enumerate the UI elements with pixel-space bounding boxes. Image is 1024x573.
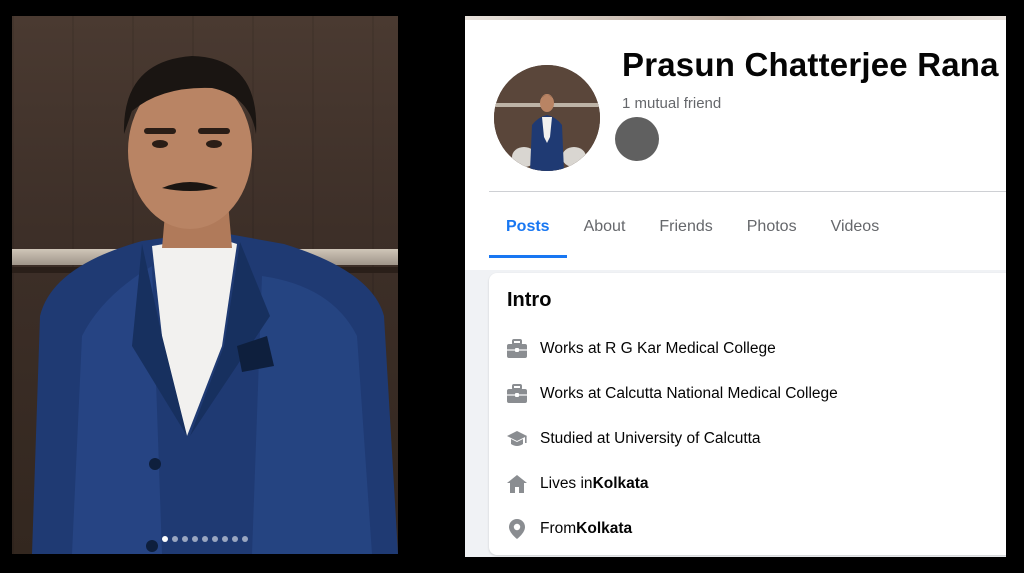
profile-avatar[interactable]: [494, 65, 600, 171]
profile-header: Prasun Chatterjee Rana 1 mutual friend P…: [465, 20, 1006, 270]
carousel-dot[interactable]: [172, 536, 178, 542]
home-icon: [505, 472, 529, 496]
carousel-dot[interactable]: [202, 536, 208, 542]
carousel-dot[interactable]: [212, 536, 218, 542]
profile-panel: Prasun Chatterjee Rana 1 mutual friend P…: [465, 16, 1006, 557]
carousel-dots[interactable]: [12, 536, 398, 542]
intro-item: Studied at University of Calcutta: [505, 416, 838, 461]
intro-item-link[interactable]: Kolkata: [576, 520, 632, 538]
intro-item: From Kolkata: [505, 506, 838, 551]
tab-videos[interactable]: Videos: [814, 192, 897, 258]
intro-title: Intro: [507, 289, 552, 311]
intro-item-text: Works at Calcutta National Medical Colle…: [540, 384, 838, 402]
intro-list: Works at R G Kar Medical College Works at…: [505, 326, 838, 551]
carousel-dot[interactable]: [232, 536, 238, 542]
profile-name: Prasun Chatterjee Rana: [622, 46, 999, 83]
intro-item-text: Studied at University of Calcutta: [540, 429, 761, 447]
tab-posts[interactable]: Posts: [489, 192, 567, 258]
profile-tabs: Posts About Friends Photos Videos: [489, 192, 896, 258]
mutual-friends-link[interactable]: 1 mutual friend: [622, 95, 721, 112]
intro-item: Works at Calcutta National Medical Colle…: [505, 371, 838, 416]
intro-item-text: Works at R G Kar Medical College: [540, 339, 776, 357]
intro-item-text: Lives in: [540, 474, 593, 492]
carousel-dot[interactable]: [222, 536, 228, 542]
briefcase-icon: [505, 382, 529, 406]
location-pin-icon: [505, 517, 529, 541]
avatar-photo: [494, 65, 600, 171]
tab-friends[interactable]: Friends: [642, 192, 729, 258]
person-photo: [32, 56, 398, 554]
carousel-dot[interactable]: [242, 536, 248, 542]
intro-item: Lives in Kolkata: [505, 461, 838, 506]
graduation-cap-icon: [505, 427, 529, 451]
carousel-dot[interactable]: [162, 536, 168, 542]
intro-item-link[interactable]: Kolkata: [593, 475, 649, 493]
tab-about[interactable]: About: [567, 192, 643, 258]
mutual-friend-avatar[interactable]: [615, 117, 659, 161]
intro-item: Works at R G Kar Medical College: [505, 326, 838, 371]
carousel-dot[interactable]: [182, 536, 188, 542]
carousel-dot[interactable]: [192, 536, 198, 542]
profile-photo-viewer[interactable]: [12, 16, 398, 554]
tab-photos[interactable]: Photos: [730, 192, 814, 258]
intro-item-text: From: [540, 519, 577, 537]
briefcase-icon: [505, 337, 529, 361]
intro-card: Intro Works at R G Kar Medical College Wo…: [489, 273, 1006, 555]
